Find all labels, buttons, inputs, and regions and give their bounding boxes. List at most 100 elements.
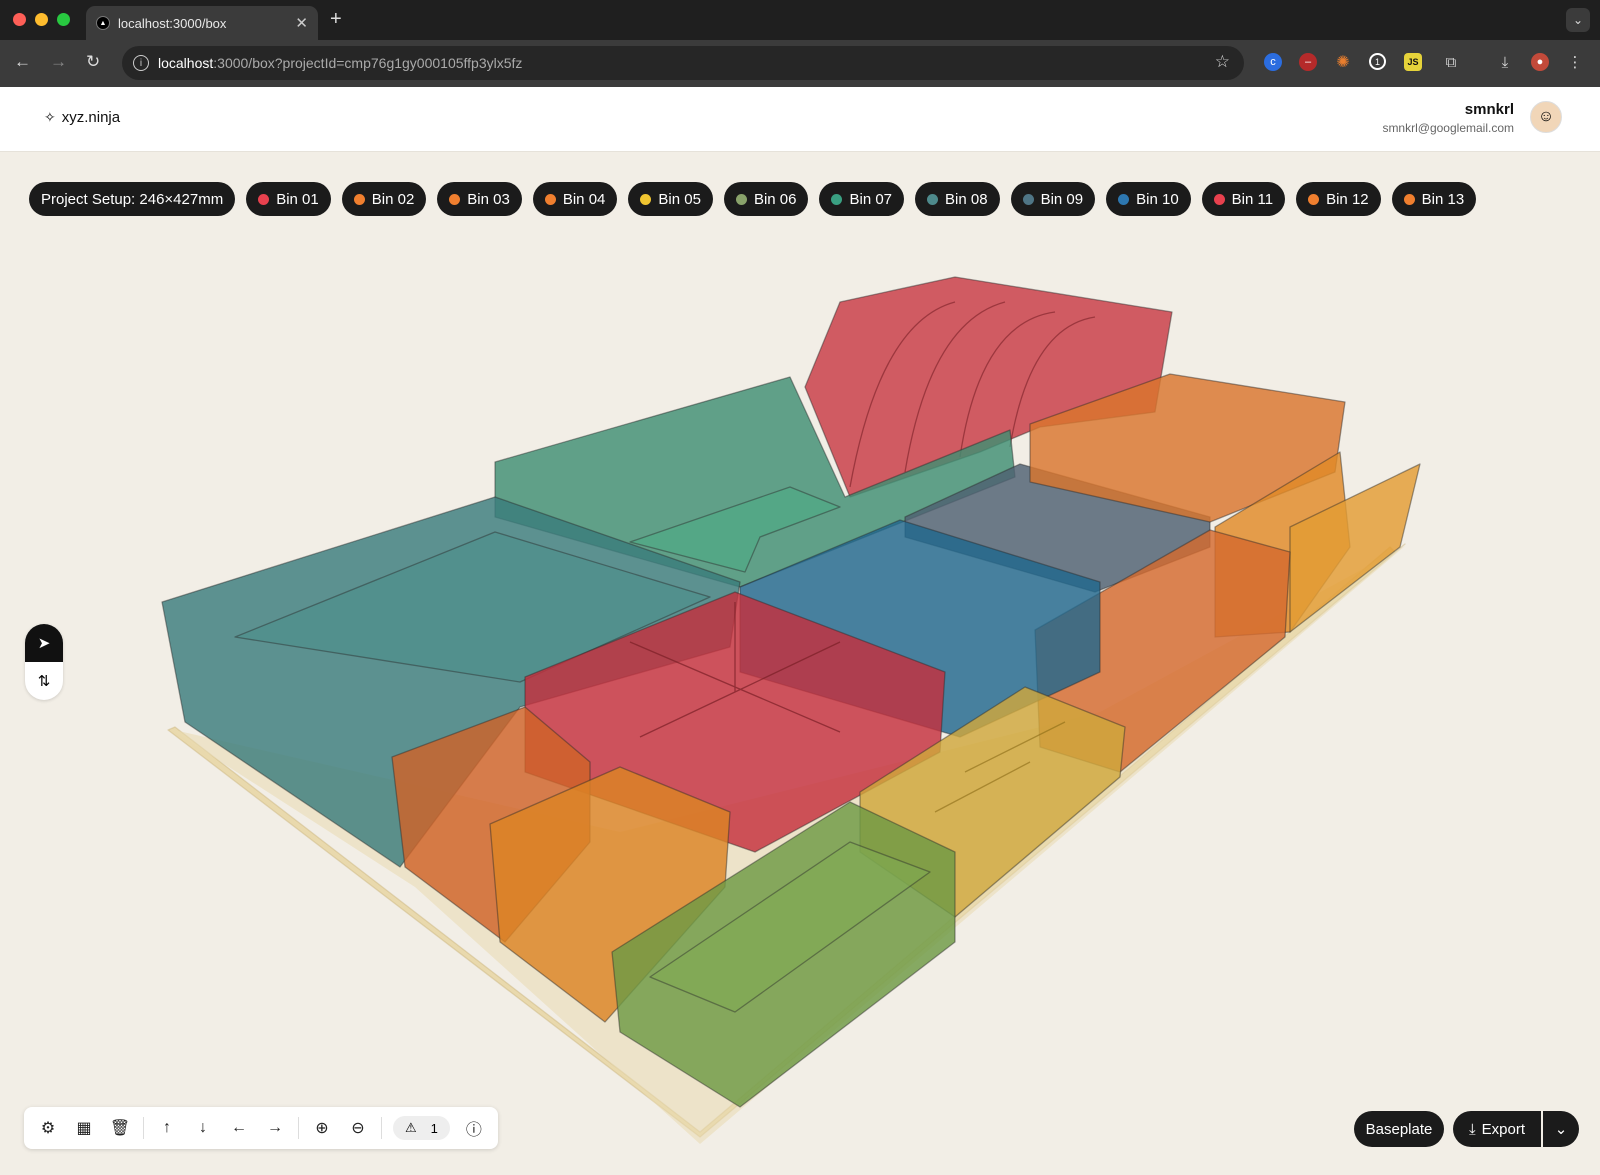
bin-chip[interactable]: Bin 09 [1010, 182, 1096, 216]
browser-menu-icon[interactable]: ⋮ [1566, 53, 1584, 71]
site-info-icon[interactable]: i [133, 55, 149, 71]
bin-chip[interactable]: Bin 02 [341, 182, 427, 216]
extension-5-icon[interactable]: JS [1404, 53, 1422, 71]
bin-color-dot [544, 193, 556, 205]
add-bin-icon[interactable]: ⚙ [30, 1112, 66, 1144]
warnings-button[interactable]: ⚠ 1 [393, 1116, 450, 1140]
reload-icon[interactable]: ↻ [86, 52, 100, 72]
chip-label: Bin 02 [371, 190, 415, 208]
bin-chip[interactable]: Bin 05 [628, 182, 713, 216]
profile-avatar-icon[interactable]: ● [1531, 53, 1549, 71]
bin-color-dot [1213, 193, 1225, 205]
bin-color-dot [449, 193, 461, 205]
close-tab-icon[interactable]: ✕ [295, 14, 308, 32]
tab-favicon-icon: ▲ [96, 16, 110, 30]
bin-chip[interactable]: Bin 07 [819, 182, 905, 216]
minimize-window-button[interactable] [35, 13, 48, 26]
chip-label: Bin 08 [945, 190, 988, 208]
bin-chip[interactable]: Bin 01 [246, 182, 331, 216]
bin-color-dot [258, 193, 270, 205]
extension-3-icon[interactable]: ✺ [1334, 53, 1352, 71]
move-vertical-icon[interactable]: ⇅ [25, 662, 63, 700]
bin-color-dot [831, 193, 843, 205]
logo-text: xyz.ninja [61, 109, 121, 126]
chip-label: Bin 12 [1326, 190, 1369, 208]
tab-title: localhost:3000/box [118, 15, 227, 31]
bin-chip[interactable]: Bin 04 [532, 182, 618, 216]
project-setup-chip[interactable]: Project Setup: 246×427mm [29, 182, 236, 216]
bin-color-dot [640, 193, 652, 205]
back-icon[interactable]: ← [14, 52, 31, 72]
extensions-puzzle-icon[interactable]: ⧉ [1442, 53, 1460, 71]
warning-icon: ⚠ [405, 1120, 417, 1135]
bin-chip[interactable]: Bin 11 [1201, 182, 1286, 216]
app-logo[interactable]: ✧ xyz.ninja [44, 109, 120, 126]
user-avatar[interactable]: ☺ [1530, 101, 1562, 133]
chip-label: Bin 07 [849, 190, 893, 208]
arrow-left-icon[interactable]: ← [221, 1112, 257, 1144]
chip-label: Bin 06 [753, 190, 797, 208]
export-label: Export [1481, 1120, 1525, 1138]
extension-2-icon[interactable]: – [1299, 53, 1317, 71]
bin-color-dot [1022, 193, 1034, 205]
chip-label: Bin 09 [1040, 190, 1084, 208]
browser-toolbar: ← → ↻ i localhost:3000/box?projectId=cmp… [0, 40, 1600, 87]
3d-viewport[interactable] [0, 152, 1600, 1170]
chip-label: Bin 10 [1136, 190, 1179, 208]
arrow-right-icon[interactable]: → [257, 1112, 293, 1144]
app-header: ✧ xyz.ninja smnkrl smnkrl@googlemail.com… [0, 87, 1600, 152]
bin-chip[interactable]: Bin 13 [1391, 182, 1477, 216]
bin-color-dot [735, 193, 747, 205]
chip-label: Bin 05 [658, 190, 701, 208]
bin-chip[interactable]: Bin 12 [1296, 182, 1381, 216]
downloads-icon[interactable]: ⤓ [1496, 53, 1514, 71]
user-name: smnkrl [1464, 101, 1514, 118]
baseplate-button[interactable]: Baseplate [1354, 1111, 1444, 1147]
bin-chip[interactable]: Bin 03 [437, 182, 522, 216]
zoom-window-button[interactable] [57, 13, 70, 26]
chevron-down-icon: ⌄ [1554, 1121, 1568, 1138]
grid-icon[interactable]: ▦ [66, 1112, 102, 1144]
arrow-down-icon[interactable]: ↓ [185, 1112, 221, 1144]
bin-chip[interactable]: Bin 06 [723, 182, 809, 216]
browser-tab[interactable]: ▲ localhost:3000/box ✕ [86, 6, 318, 40]
export-button[interactable]: ⤓ Export [1453, 1111, 1541, 1147]
chip-label: Bin 04 [562, 190, 606, 208]
tab-search-button[interactable]: ⌄ [1566, 8, 1590, 32]
bin-chip[interactable]: Bin 10 [1106, 182, 1191, 216]
bin-color-dot [1308, 193, 1320, 205]
trash-icon[interactable]: 🗑 [102, 1112, 138, 1144]
bin-chip-bar: Project Setup: 246×427mm Bin 01 Bin 02 B… [29, 182, 1477, 216]
bin-chip[interactable]: Bin 08 [915, 182, 1000, 216]
help-icon[interactable]: ⓘ [456, 1112, 492, 1144]
chip-label: Bin 11 [1231, 190, 1274, 208]
download-icon: ⤓ [1469, 1120, 1476, 1138]
extension-1-icon[interactable]: c [1264, 53, 1282, 71]
bottom-toolbar: ⚙ ▦ 🗑 ↑ ↓ ← → ⊕ ⊖ ⚠ 1 ⓘ [24, 1107, 498, 1149]
arrow-up-icon[interactable]: ↑ [149, 1112, 185, 1144]
zoom-out-icon[interactable]: ⊖ [340, 1112, 376, 1144]
extension-4-icon[interactable]: 1 [1369, 53, 1386, 70]
close-window-button[interactable] [13, 13, 26, 26]
forward-icon[interactable]: → [50, 52, 67, 72]
bin-color-dot [927, 193, 939, 205]
browser-tab-strip: ▲ localhost:3000/box ✕ + ⌄ [0, 0, 1600, 40]
url-path: :3000/box?projectId=cmp76g1gy000105ffp3y… [213, 55, 523, 71]
warning-count: 1 [430, 1120, 438, 1136]
bookmark-star-icon[interactable]: ☆ [1215, 52, 1230, 72]
new-tab-button[interactable]: + [330, 8, 342, 31]
user-email: smnkrl@googlemail.com [1382, 121, 1514, 135]
user-info: smnkrl smnkrl@googlemail.com [1382, 101, 1514, 135]
export-options-button[interactable]: ⌄ [1543, 1111, 1579, 1147]
chip-label: Project Setup: 246×427mm [41, 190, 224, 208]
select-pointer-icon[interactable]: ➤ [25, 624, 63, 662]
bin-layout-render [161, 276, 1421, 1144]
chip-label: Bin 03 [467, 190, 510, 208]
address-bar[interactable]: i localhost:3000/box?projectId=cmp76g1gy… [122, 46, 1244, 80]
zoom-in-icon[interactable]: ⊕ [304, 1112, 340, 1144]
sparkle-icon: ✧ [44, 109, 56, 125]
toolbar-divider [143, 1117, 144, 1139]
bin-color-dot [353, 193, 365, 205]
baseplate-label: Baseplate [1365, 1120, 1433, 1138]
chip-label: Bin 01 [276, 190, 319, 208]
